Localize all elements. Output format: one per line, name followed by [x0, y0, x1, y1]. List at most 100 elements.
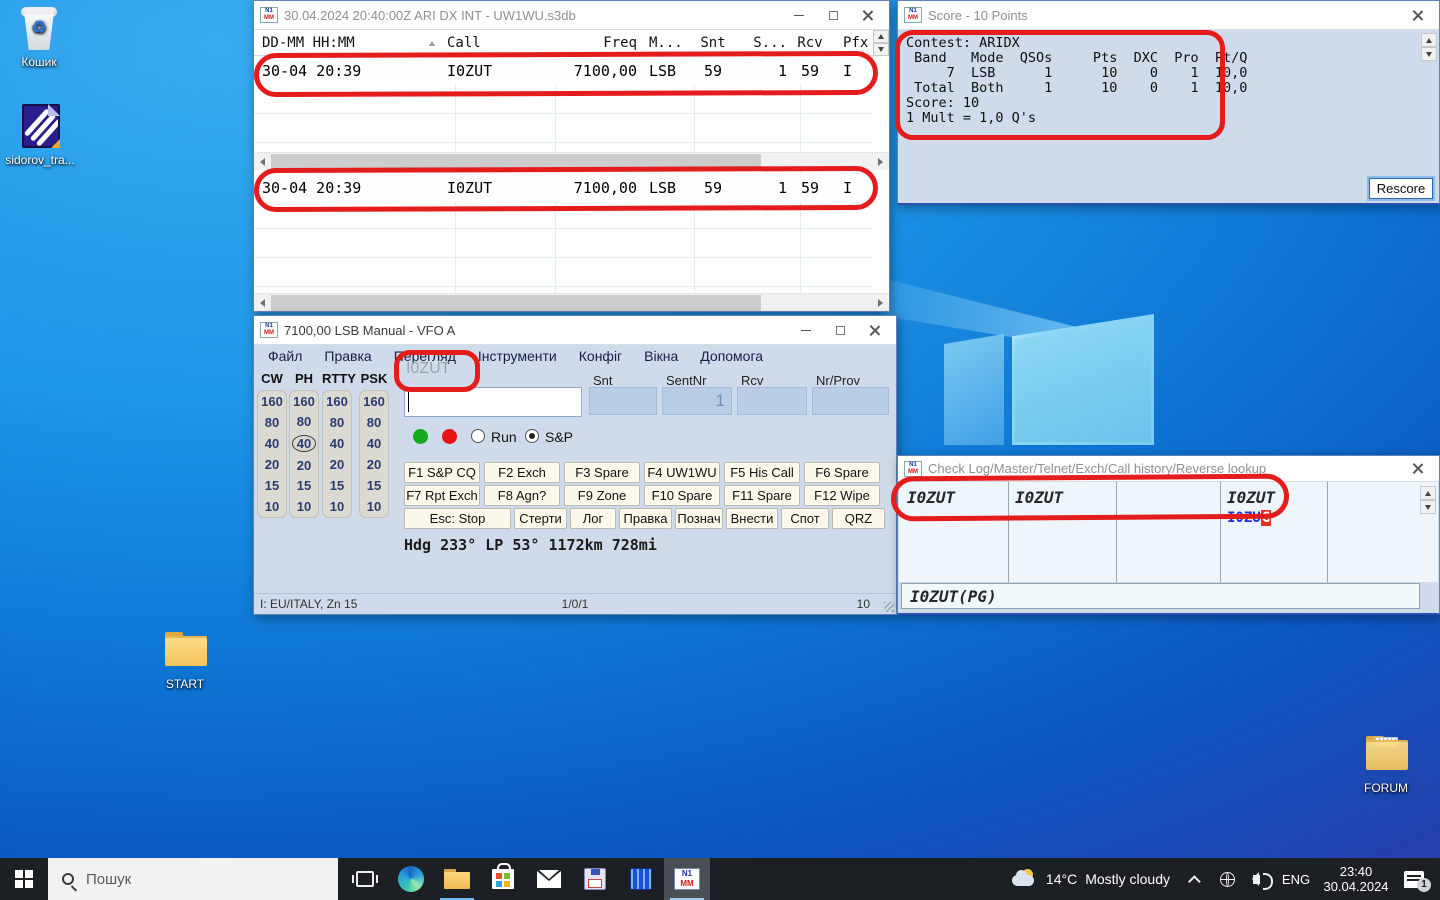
column-header-pfx[interactable]: Pfx: [833, 35, 873, 51]
fkey-button[interactable]: F10 Spare: [644, 485, 720, 506]
log-header-spinner[interactable]: [873, 30, 889, 56]
sentnr-input[interactable]: 1: [662, 387, 732, 415]
logger-save-button[interactable]: [572, 858, 618, 900]
scroll-left-icon[interactable]: [254, 294, 271, 311]
fkey-button[interactable]: F4 UW1WU: [644, 462, 720, 483]
sp-radio[interactable]: [525, 429, 539, 443]
fkey-button[interactable]: F6 Spare: [804, 462, 880, 483]
scroll-left-icon[interactable]: [254, 153, 271, 170]
band-button[interactable]: 80: [261, 415, 283, 430]
spin-up-icon[interactable]: [873, 30, 889, 43]
menu-file[interactable]: Файл: [268, 348, 302, 368]
menu-tools[interactable]: Інструменти: [478, 348, 557, 368]
score-spinner[interactable]: [1421, 33, 1437, 61]
band-button[interactable]: 40: [326, 436, 348, 451]
column-header-snt[interactable]: Snt: [687, 35, 739, 51]
nrprov-input[interactable]: [812, 387, 889, 415]
spin-down-icon[interactable]: [1421, 47, 1437, 61]
band-button[interactable]: 10: [293, 499, 315, 514]
band-button[interactable]: 15: [261, 478, 283, 493]
search-input[interactable]: [86, 871, 286, 888]
esc-stop-button[interactable]: Esc: Stop: [404, 508, 511, 529]
band-button[interactable]: 15: [363, 478, 385, 493]
fkey-button[interactable]: F8 Agn?: [484, 485, 560, 506]
spot-button[interactable]: Спот: [781, 508, 829, 529]
band-button[interactable]: 20: [261, 457, 283, 472]
network-button[interactable]: [1212, 872, 1242, 887]
spin-up-icon[interactable]: [1420, 486, 1436, 500]
start-button[interactable]: [0, 858, 48, 900]
band-button[interactable]: 10: [363, 499, 385, 514]
rcv-input[interactable]: [737, 387, 807, 415]
close-button[interactable]: [1401, 457, 1433, 481]
band-button[interactable]: 10: [326, 499, 348, 514]
band-button[interactable]: 160: [289, 394, 319, 409]
scroll-right-icon[interactable]: [872, 153, 889, 170]
run-radio[interactable]: [471, 429, 485, 443]
desktop-icon-sidorov-file[interactable]: sidorov_tra...: [3, 104, 77, 167]
band-button[interactable]: 20: [326, 457, 348, 472]
band-button[interactable]: 80: [326, 415, 348, 430]
mark-button[interactable]: Познач: [675, 508, 723, 529]
qrz-button[interactable]: QRZ: [832, 508, 885, 529]
minimize-button[interactable]: [790, 318, 822, 342]
wipe-button[interactable]: Стерти: [514, 508, 567, 529]
taskbar-search[interactable]: [48, 858, 338, 900]
band-button[interactable]: 160: [359, 394, 389, 409]
close-button[interactable]: [858, 318, 890, 342]
clock-button[interactable]: 23:40 30.04.2024: [1316, 864, 1396, 894]
edit-button[interactable]: Правка: [619, 508, 672, 529]
maximize-button[interactable]: [824, 318, 856, 342]
log-window-titlebar[interactable]: N1MM 30.04.2024 20:40:00Z ARI DX INT - U…: [254, 1, 889, 30]
scroll-right-icon[interactable]: [872, 294, 889, 311]
band-button[interactable]: 160: [322, 394, 352, 409]
desktop-icon-forum-folder[interactable]: FORUM: [1349, 732, 1423, 795]
fkey-button[interactable]: F11 Spare: [724, 485, 800, 506]
column-header-mode[interactable]: M...: [637, 35, 687, 51]
fkey-button[interactable]: F2 Exch: [484, 462, 560, 483]
resize-grip[interactable]: [884, 602, 894, 612]
spin-down-icon[interactable]: [1420, 500, 1436, 514]
menu-edit[interactable]: Правка: [324, 348, 371, 368]
fkey-button[interactable]: F1 S&P CQ: [404, 462, 480, 483]
column-header-call[interactable]: Call: [447, 35, 557, 51]
band-button[interactable]: 80: [363, 415, 385, 430]
language-button[interactable]: ENG: [1276, 872, 1316, 887]
log-entry-row[interactable]: 30-04 20:39 I0ZUT 7100,00 LSB 59 1 59 I: [254, 56, 873, 85]
band-button[interactable]: 160: [257, 394, 287, 409]
column-header-rcv[interactable]: Rcv: [787, 35, 833, 51]
band-button-selected[interactable]: 40: [292, 435, 316, 452]
spin-up-icon[interactable]: [1421, 33, 1437, 47]
maximize-button[interactable]: [817, 3, 849, 27]
menu-help[interactable]: Допомога: [700, 348, 763, 368]
check-spinner[interactable]: [1420, 486, 1436, 514]
log-button[interactable]: Лог: [570, 508, 616, 529]
check-call-log[interactable]: I0ZUT: [907, 488, 955, 507]
column-header-serial[interactable]: S...: [739, 35, 787, 51]
column-header-freq[interactable]: Freq: [557, 35, 637, 51]
menu-config[interactable]: Конфіг: [579, 348, 622, 368]
log-entry-row[interactable]: 30-04 20:39 I0ZUT 7100,00 LSB 59 1 59 I: [254, 173, 873, 202]
fkey-button[interactable]: F7 Rpt Exch: [404, 485, 480, 506]
n1mm-taskbar-button[interactable]: N1MM: [664, 858, 710, 900]
menu-windows[interactable]: Вікна: [644, 348, 678, 368]
tray-overflow-button[interactable]: [1180, 875, 1212, 884]
log-table-header[interactable]: DD-MM HH:MM Call Freq M... Snt S... Rcv …: [254, 30, 873, 56]
entry-window-titlebar[interactable]: N1MM 7100,00 LSB Manual - VFO A: [254, 316, 896, 345]
band-button[interactable]: 40: [363, 436, 385, 451]
archive-app-button[interactable]: [618, 858, 664, 900]
volume-button[interactable]: [1242, 875, 1276, 884]
band-button[interactable]: 80: [293, 414, 315, 429]
fkey-button[interactable]: F12 Wipe: [804, 485, 880, 506]
callsign-input[interactable]: [404, 387, 582, 417]
fkey-button[interactable]: F3 Spare: [564, 462, 640, 483]
fkey-button[interactable]: F5 His Call: [724, 462, 800, 483]
desktop-icon-recycle-bin[interactable]: ♻ Кошик: [2, 6, 76, 69]
band-button[interactable]: 15: [326, 478, 348, 493]
log-hscrollbar-lower[interactable]: [254, 293, 889, 311]
store-button[interactable]: [480, 858, 526, 900]
band-button[interactable]: 15: [293, 478, 315, 493]
close-button[interactable]: [851, 3, 883, 27]
close-button[interactable]: [1401, 3, 1433, 27]
task-view-button[interactable]: [342, 858, 388, 900]
